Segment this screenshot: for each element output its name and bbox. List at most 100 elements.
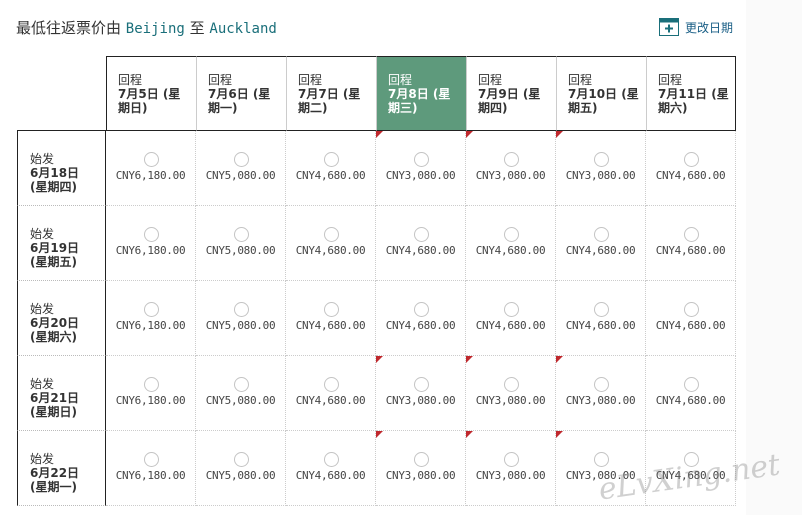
fare-radio[interactable] [593,152,609,167]
fare-cell[interactable]: CNY4,680.00 [376,206,466,281]
fare-price: CNY3,080.00 [565,394,636,407]
page-title: 最低往返票价由 Beijing 至 Auckland [16,17,277,38]
fare-cell[interactable]: CNY4,680.00 [556,206,646,281]
fare-radio[interactable] [233,377,249,392]
fare-cell[interactable]: CNY6,180.00 [106,206,196,281]
fare-radio[interactable] [323,377,339,392]
fare-cell[interactable]: CNY6,180.00 [106,356,196,431]
return-date-header[interactable]: 回程 7月8日 (星期三) [376,56,466,131]
fare-cell[interactable]: CNY4,680.00 [556,281,646,356]
return-date: 7月9日 (星期四) [478,87,541,115]
return-date-header[interactable]: 回程 7月5日 (星期日) [106,56,196,131]
fare-radio[interactable] [323,302,339,317]
return-label: 回程 [568,73,593,87]
fare-cell[interactable]: CNY4,680.00 [646,356,736,431]
return-date-header[interactable]: 回程 7月9日 (星期四) [466,56,556,131]
fare-cell[interactable]: CNY4,680.00 [286,131,376,206]
fare-price: CNY5,080.00 [205,169,276,182]
fare-cell[interactable]: CNY4,680.00 [286,206,376,281]
fare-radio[interactable] [683,302,699,317]
fare-radio[interactable] [683,152,699,167]
fare-cell[interactable]: CNY4,680.00 [646,206,736,281]
fare-radio[interactable] [503,377,519,392]
fare-radio[interactable] [233,452,249,467]
fare-radio[interactable] [413,152,429,167]
fare-radio[interactable] [323,227,339,242]
fare-cell[interactable]: CNY3,080.00 [556,356,646,431]
fare-cell[interactable]: CNY5,080.00 [196,356,286,431]
fare-radio[interactable] [683,227,699,242]
fare-radio[interactable] [413,227,429,242]
fare-price: CNY4,680.00 [385,244,456,257]
return-date-header[interactable]: 回程 7月6日 (星期一) [196,56,286,131]
fare-radio[interactable] [413,377,429,392]
fare-cell[interactable]: CNY4,680.00 [646,131,736,206]
fare-cell[interactable]: CNY3,080.00 [466,131,556,206]
fare-radio[interactable] [683,452,699,467]
departure-date: 6月21日 (星期日) [30,391,80,419]
fare-radio[interactable] [233,152,249,167]
fare-cell[interactable]: CNY4,680.00 [646,281,736,356]
return-date-header[interactable]: 回程 7月10日 (星期五) [556,56,646,131]
fare-radio[interactable] [593,227,609,242]
fare-radio[interactable] [683,377,699,392]
fare-cell[interactable]: CNY6,180.00 [106,281,196,356]
fare-cell[interactable]: CNY6,180.00 [106,431,196,506]
fare-cell[interactable]: CNY5,080.00 [196,206,286,281]
fare-price: CNY4,680.00 [295,394,366,407]
fare-radio[interactable] [323,152,339,167]
fare-price: CNY3,080.00 [385,394,456,407]
fare-radio[interactable] [233,227,249,242]
fare-cell[interactable]: CNY4,680.00 [286,356,376,431]
fare-price: CNY4,680.00 [385,319,456,332]
fare-cell[interactable]: CNY5,080.00 [196,281,286,356]
fare-cell[interactable]: CNY6,180.00 [106,131,196,206]
fare-radio[interactable] [233,302,249,317]
fare-cell[interactable]: CNY3,080.00 [556,131,646,206]
fare-cell[interactable]: CNY4,680.00 [466,206,556,281]
fare-radio[interactable] [143,227,159,242]
return-date-header[interactable]: 回程 7月11日 (星期六) [646,56,736,131]
fare-cell[interactable]: CNY3,080.00 [376,431,466,506]
fare-radio[interactable] [503,302,519,317]
fare-radio[interactable] [413,452,429,467]
fare-radio[interactable] [503,452,519,467]
fare-radio[interactable] [503,152,519,167]
return-date-header[interactable]: 回程 7月7日 (星期二) [286,56,376,131]
fare-cell[interactable]: CNY4,680.00 [286,431,376,506]
fare-radio[interactable] [593,377,609,392]
fare-price: CNY4,680.00 [295,469,366,482]
departure-label: 始发 [30,302,55,316]
fare-cell[interactable]: CNY4,680.00 [646,431,736,506]
fare-cell[interactable]: CNY4,680.00 [376,281,466,356]
fare-cell[interactable]: CNY5,080.00 [196,131,286,206]
fare-radio[interactable] [593,452,609,467]
return-date: 7月6日 (星期一) [208,87,271,115]
fare-cell[interactable]: CNY3,080.00 [556,431,646,506]
fare-cell[interactable]: CNY3,080.00 [376,356,466,431]
title-prefix: 最低往返票价由 [16,19,122,37]
fare-price: CNY4,680.00 [475,244,546,257]
fare-radio[interactable] [593,302,609,317]
fare-radio[interactable] [323,452,339,467]
return-label: 回程 [208,73,233,87]
fare-cell[interactable]: CNY3,080.00 [466,431,556,506]
fare-radio[interactable] [143,302,159,317]
fare-cell[interactable]: CNY3,080.00 [376,131,466,206]
fare-cell[interactable]: CNY4,680.00 [286,281,376,356]
fare-cell[interactable]: CNY3,080.00 [466,356,556,431]
fare-radio[interactable] [143,377,159,392]
return-label: 回程 [658,73,683,87]
fare-radio[interactable] [413,302,429,317]
fare-radio[interactable] [143,452,159,467]
lowest-fare-flag-icon [466,131,473,138]
change-date-link[interactable]: 更改日期 [659,18,733,36]
fare-price: CNY4,680.00 [295,319,366,332]
fare-radio[interactable] [503,227,519,242]
fare-price: CNY3,080.00 [475,469,546,482]
fare-price: CNY4,680.00 [295,244,366,257]
fare-cell[interactable]: CNY4,680.00 [466,281,556,356]
departure-label: 始发 [30,152,55,166]
fare-cell[interactable]: CNY5,080.00 [196,431,286,506]
fare-radio[interactable] [143,152,159,167]
